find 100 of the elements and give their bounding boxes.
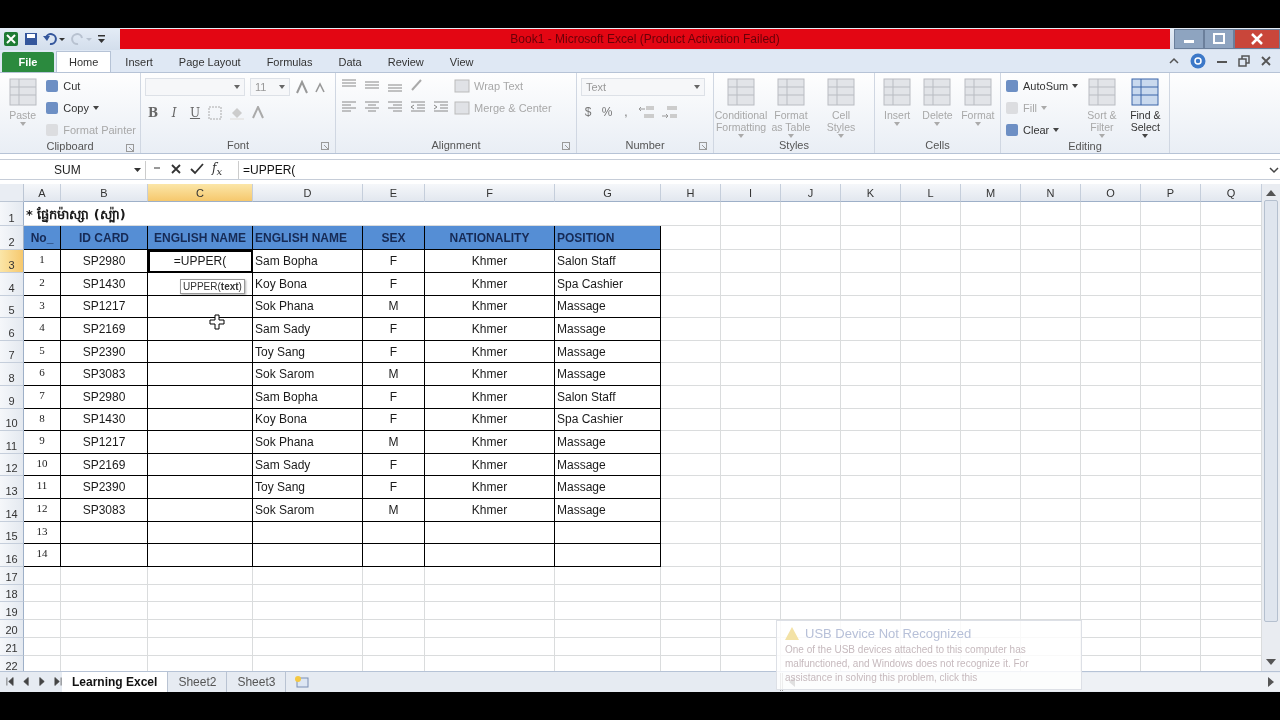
column-header[interactable]: M [961, 184, 1021, 203]
undo-icon[interactable] [43, 31, 65, 46]
row-header[interactable]: 8 [0, 363, 24, 386]
column-header[interactable]: I [721, 184, 781, 203]
file-tab[interactable]: File [2, 51, 54, 72]
new-sheet-icon[interactable] [294, 675, 311, 689]
row-header[interactable]: 7 [0, 340, 24, 364]
ribbon-tab[interactable]: Formulas [254, 51, 325, 72]
sheet-cell[interactable] [148, 431, 253, 454]
sheet-cell[interactable] [253, 544, 363, 567]
triangle-up-icon[interactable] [295, 79, 309, 94]
number-format-button[interactable]: % [600, 104, 614, 119]
text-color-icon[interactable] [250, 105, 266, 120]
row-header[interactable]: 20 [0, 620, 24, 638]
decimal-arrow-icon[interactable] [661, 103, 679, 120]
dialog-launcher-icon[interactable] [562, 141, 570, 150]
ribbon-tab[interactable]: Insert [113, 51, 165, 72]
sheet-cell[interactable] [148, 544, 253, 567]
underline-button[interactable]: U [187, 103, 203, 122]
ribbon-button[interactable]: Find & Select [1125, 75, 1165, 140]
sheet-cell[interactable] [148, 476, 253, 499]
row-header[interactable]: 16 [0, 544, 24, 567]
sheet-cell[interactable] [363, 544, 425, 567]
column-header[interactable]: E [363, 184, 425, 203]
indent-icon[interactable] [409, 99, 427, 114]
column-header[interactable]: L [901, 184, 961, 203]
row-header[interactable]: 5 [0, 295, 24, 319]
sheet-cell[interactable] [425, 521, 555, 545]
sheet-cell[interactable] [363, 521, 425, 545]
paint-bucket-icon[interactable] [229, 105, 245, 120]
checkmark-icon[interactable] [190, 163, 204, 176]
row-header[interactable]: 12 [0, 453, 24, 477]
sheet-nav-arrow-icon[interactable] [6, 677, 14, 687]
ribbon-button[interactable]: Cut [45, 75, 136, 96]
ribbon-tab[interactable]: Review [375, 51, 436, 72]
column-header[interactable]: P [1141, 184, 1201, 203]
italic-button[interactable]: I [166, 103, 182, 122]
column-header[interactable]: H [661, 184, 721, 203]
row-header[interactable]: 9 [0, 385, 24, 409]
sheet-nav-arrow-icon[interactable] [54, 677, 62, 687]
insert-function-button[interactable]: f$_{x}$ [212, 161, 223, 178]
sheet-cell[interactable] [148, 498, 253, 522]
font-name-field[interactable] [145, 77, 245, 96]
select-all-button[interactable] [0, 184, 24, 203]
sheet-cell[interactable] [148, 385, 253, 409]
lines-icon[interactable] [386, 99, 404, 114]
sheet-cell[interactable] [61, 521, 148, 545]
sheet-tab[interactable]: Sheet3 [227, 672, 287, 692]
sheet-cell[interactable] [148, 363, 253, 386]
restore-icon[interactable] [1204, 28, 1234, 49]
row-header[interactable]: 4 [0, 273, 24, 296]
save-icon[interactable] [24, 31, 38, 46]
row-header[interactable]: 11 [0, 431, 24, 454]
row-header[interactable]: 1 [0, 202, 24, 227]
ribbon-tab[interactable]: Page Layout [166, 51, 253, 72]
ribbon-tab[interactable]: View [437, 51, 486, 72]
ribbon-tab[interactable]: Data [326, 51, 374, 72]
column-header[interactable]: N [1021, 184, 1081, 203]
dialog-launcher-icon[interactable] [321, 141, 329, 150]
column-header[interactable]: A [24, 184, 61, 203]
sheet-cell[interactable] [61, 544, 148, 567]
table-cell[interactable]: =UPPER( [148, 250, 253, 273]
column-header[interactable]: J [781, 184, 841, 203]
sheet-tab[interactable]: Learning Excel [62, 672, 169, 692]
ribbon-button[interactable]: AutoSum [1005, 75, 1079, 96]
column-header[interactable]: B [61, 184, 148, 203]
row-header[interactable]: 10 [0, 408, 24, 432]
minimize-icon[interactable] [1174, 28, 1204, 49]
cancel-icon[interactable] [170, 163, 182, 176]
ribbon-button[interactable]: Clear [1005, 119, 1079, 140]
number-format-button[interactable]: $ [581, 104, 595, 119]
triangle-down-icon[interactable] [314, 80, 326, 93]
help-icon[interactable] [1190, 52, 1206, 69]
sheet-cell[interactable] [253, 521, 363, 545]
row-header[interactable]: 15 [0, 521, 24, 545]
sheet-cell[interactable] [148, 453, 253, 477]
dialog-launcher-icon[interactable] [699, 141, 707, 150]
sheet-cell[interactable] [425, 544, 555, 567]
column-header[interactable]: F [425, 184, 555, 203]
row-header[interactable]: 2 [0, 226, 24, 251]
lines-icon[interactable] [340, 99, 358, 114]
scroll-down-icon[interactable] [1266, 659, 1276, 667]
indent-icon[interactable] [432, 99, 450, 114]
formula-field[interactable]: =UPPER( [238, 160, 1268, 179]
vertical-scrollbar[interactable] [1262, 184, 1280, 671]
column-header[interactable]: K [841, 184, 901, 203]
row-header[interactable]: 19 [0, 602, 24, 621]
close-icon[interactable] [1260, 54, 1272, 67]
sheet-cell[interactable] [148, 521, 253, 545]
column-header[interactable]: O [1081, 184, 1141, 203]
name-box[interactable]: SUM [0, 160, 146, 179]
dialog-launcher-icon[interactable] [126, 143, 134, 152]
row-header[interactable]: 6 [0, 318, 24, 341]
scroll-up-icon[interactable] [1266, 188, 1276, 197]
column-header[interactable]: C [148, 184, 253, 203]
restore-icon[interactable] [1238, 54, 1250, 67]
ribbon-button[interactable]: Copy [45, 97, 136, 118]
sheet-cell[interactable] [555, 521, 661, 545]
sheet-cell[interactable] [148, 340, 253, 364]
scroll-right-icon[interactable] [1268, 677, 1276, 687]
